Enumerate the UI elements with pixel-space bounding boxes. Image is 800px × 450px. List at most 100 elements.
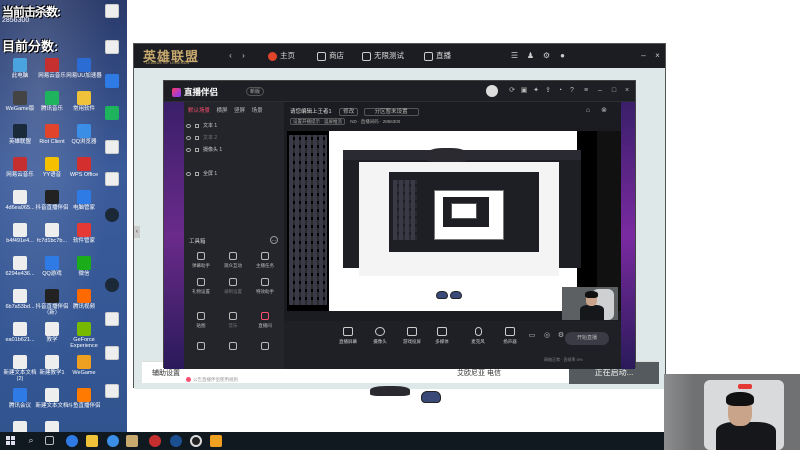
layer-item[interactable]: 文本 2 (186, 134, 280, 144)
lock-icon[interactable]: ⌂ (584, 107, 592, 115)
desktop-icon[interactable]: 腾讯视频 (66, 289, 102, 310)
stream-title[interactable]: 请您编辑上王者1 (290, 109, 332, 115)
layer-item[interactable]: 文本 1 (186, 122, 280, 132)
settings-icon[interactable]: ⚙ (557, 332, 565, 340)
close-panel-icon[interactable]: ⊗ (600, 107, 608, 115)
tool-extra[interactable] (186, 342, 216, 353)
source-screen-button[interactable]: 直播屏幕 (330, 327, 366, 345)
browser-icon[interactable] (107, 435, 119, 447)
file-icon[interactable] (105, 40, 119, 54)
desktop-icon[interactable]: 此电脑 (2, 58, 38, 79)
desktop-icon[interactable]: 斗鱼直播伴侣 (66, 388, 102, 409)
netease-icon[interactable] (149, 435, 161, 447)
desktop-icon[interactable]: WeGame (66, 355, 102, 376)
desktop-icon[interactable]: GeForce Experience (66, 322, 102, 349)
gift-icon[interactable]: ✦ (532, 87, 540, 95)
desktop-icon[interactable]: 新建教学1 (34, 355, 70, 376)
desktop-icon[interactable]: 电脑管家 (66, 190, 102, 211)
app-icon[interactable] (105, 106, 119, 120)
lol-nav-home[interactable]: 主页 (268, 50, 295, 61)
desktop-icon[interactable]: QQ浏览器 (66, 124, 102, 145)
search-icon[interactable]: ⌕ (25, 435, 37, 447)
avatar[interactable] (486, 85, 498, 97)
stream-preview[interactable] (287, 131, 597, 311)
desktop-icon[interactable]: 抖音直播伴侣（新） (34, 289, 70, 316)
tab-portrait[interactable]: 竖屏 (234, 108, 245, 114)
desktop-icon[interactable]: WPS Office (66, 157, 102, 178)
forward-icon[interactable]: › (239, 51, 248, 60)
source-media-button[interactable]: 多媒体 (424, 327, 460, 345)
lol-nav-test[interactable]: 无限测试 (362, 50, 404, 61)
version-badge[interactable]: 新版 (246, 87, 265, 96)
minimize-icon[interactable]: – (639, 51, 648, 60)
steam-icon[interactable] (105, 208, 119, 222)
profile-icon[interactable]: ● (558, 51, 567, 60)
tab-landscape[interactable]: 横屏 (217, 108, 228, 114)
tool-effect[interactable]: 特效助手 (250, 278, 280, 295)
info-chip[interactable]: 设置开播提示 · 竖屏推流 (290, 118, 345, 125)
eye-icon[interactable] (186, 123, 191, 128)
back-icon[interactable]: ‹ (226, 51, 235, 60)
task-view-icon[interactable] (45, 436, 54, 445)
tool-gift[interactable]: 礼物设置 (186, 278, 216, 295)
desktop-icon[interactable]: 腾讯会议 (2, 388, 38, 409)
lol-nav-store[interactable]: 商店 (317, 50, 344, 61)
tool-danmu[interactable]: 弹幕助手 (186, 252, 216, 269)
desktop-icon[interactable]: ea01b621... (2, 322, 38, 343)
desktop-icon[interactable]: 4d6ea065... (2, 190, 38, 211)
lock-icon[interactable] (195, 135, 199, 140)
eye-icon[interactable] (186, 171, 191, 176)
minimize-icon[interactable]: – (596, 87, 604, 95)
more-icon[interactable]: … (270, 236, 278, 244)
obs-icon[interactable] (190, 435, 202, 447)
tool-record[interactable]: 录制设置 (218, 278, 248, 295)
desktop-icon[interactable]: 6294e436... (2, 256, 38, 277)
notice-bar[interactable]: 公告直播伴侣使用规则 (186, 377, 238, 383)
desktop-icon[interactable]: WeGame版 (2, 91, 38, 112)
windows-start-icon[interactable] (6, 436, 16, 446)
share-icon[interactable]: ⇪ (544, 87, 552, 95)
close-icon[interactable]: × (653, 51, 662, 60)
window-icon[interactable]: ▣ (520, 87, 528, 95)
menu-icon[interactable]: ≡ (582, 87, 590, 95)
qq-browser-icon[interactable] (170, 435, 182, 447)
record-icon[interactable]: ◎ (543, 332, 551, 340)
folder-icon[interactable] (86, 435, 98, 447)
desktop-icon[interactable]: YY语音 (34, 157, 70, 178)
desktop-icon[interactable]: 腾讯音乐 (34, 91, 70, 112)
speaker-button[interactable]: 扬声器 (492, 327, 528, 345)
refresh-icon[interactable]: ⟳ (508, 87, 516, 95)
mic-button[interactable]: 麦克风 (460, 327, 496, 345)
eye-icon[interactable] (186, 147, 191, 152)
lock-icon[interactable] (195, 147, 199, 152)
desktop-icon[interactable]: 抖音直播伴侣 (34, 190, 70, 211)
lock-icon[interactable] (195, 171, 199, 176)
start-live-button[interactable]: 开始直播 (565, 332, 609, 345)
help-icon[interactable]: ? (568, 87, 576, 95)
desktop-icon[interactable]: Riot Client (34, 124, 70, 145)
desktop-icon[interactable]: 软件管家 (66, 223, 102, 244)
desktop-icon[interactable]: 网易云音乐 (34, 58, 70, 79)
close-icon[interactable]: × (623, 87, 631, 95)
file-icon[interactable] (105, 312, 119, 326)
tab-default-scene[interactable]: 默认场景 (188, 108, 210, 114)
layer-item[interactable]: 摄像头 1 (186, 146, 280, 156)
maximize-icon[interactable]: □ (610, 87, 618, 95)
tool-room[interactable]: 直播间 (250, 312, 280, 329)
tool-extra[interactable] (250, 342, 280, 353)
eye-icon[interactable] (186, 135, 191, 140)
edge-icon[interactable] (66, 435, 78, 447)
source-camera-button[interactable]: 摄像头 (362, 327, 398, 345)
assist-settings-link[interactable]: 辅助设置 (152, 368, 180, 378)
desktop-icon[interactable]: fc7d1bc7b... (34, 223, 70, 244)
desktop-icon[interactable]: 微信 (66, 256, 102, 277)
settings-icon[interactable]: ⚙ (542, 51, 551, 60)
category-select[interactable]: 分区暂未设置 (363, 108, 419, 116)
chat-icon[interactable]: ☰ (510, 51, 519, 60)
friends-icon[interactable]: ♟ (526, 51, 535, 60)
tool-extra[interactable] (218, 342, 248, 353)
tool-sticker[interactable]: 贴图 (186, 312, 216, 329)
desktop-icon[interactable]: 教学 (34, 322, 70, 343)
lock-icon[interactable] (195, 123, 199, 128)
desktop-icon[interactable]: QQ游戏 (34, 256, 70, 277)
